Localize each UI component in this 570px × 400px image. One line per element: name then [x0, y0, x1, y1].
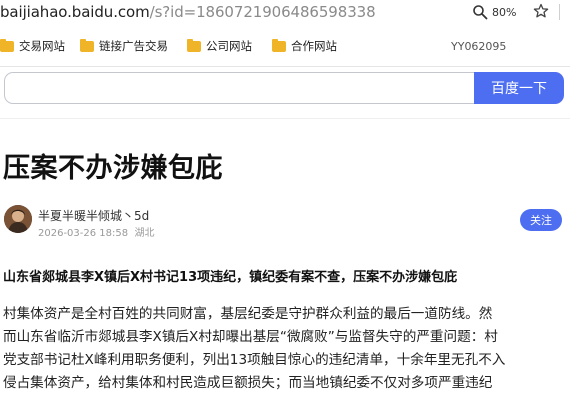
- folder-icon: [80, 38, 94, 52]
- search-bar: 百度一下: [0, 67, 570, 119]
- avatar[interactable]: [4, 205, 32, 233]
- bookmark-item[interactable]: 链接广告交易: [80, 38, 168, 54]
- body-line: 党支部书记杜X峰利用职务便利，列出13项触目惊心的违纪清单，十余年里无孔不入: [3, 352, 506, 368]
- author-name[interactable]: 半夏半暖半倾城丶5d: [38, 207, 149, 224]
- toolbar-divider: [559, 4, 560, 20]
- body-line: 村集体资产是全村百姓的共同财富，基层纪委是守护群众利益的最后一道防线。然: [3, 306, 493, 322]
- publish-time: 2026-03-26 18:58: [38, 228, 129, 239]
- address-bar[interactable]: baijiahao.baidu.com/s?id=186072190648659…: [0, 0, 570, 27]
- bookmark-label: 公司网站: [206, 39, 252, 53]
- publish-region: 湖北: [134, 228, 155, 239]
- article-body: 村集体资产是全村百姓的共同财富，基层纪委是守护群众利益的最后一道防线。然 而山东…: [3, 303, 570, 395]
- follow-button[interactable]: 关注: [520, 209, 562, 231]
- folder-icon: [0, 38, 14, 52]
- body-line: 侵占集体资产，给村集体和村民造成巨额损失；而当地镇纪委不仅对多项严重违纪: [3, 375, 493, 391]
- bookmark-item[interactable]: 公司网站: [187, 38, 252, 54]
- bookmark-item[interactable]: 交易网站: [0, 38, 65, 54]
- url-host: baijiahao.baidu.com: [0, 3, 150, 21]
- bookmark-label: 链接广告交易: [99, 39, 168, 53]
- publish-meta: 2026-03-26 18:58 湖北: [38, 224, 154, 239]
- body-line: 而山东省临沂市郯城县李X镇后X村却曝出基层“微腐败”与监督失守的严重问题：村: [3, 329, 498, 345]
- folder-icon: [187, 38, 201, 52]
- bookmark-user-label: YY062095: [451, 40, 507, 53]
- bookmarks-bar: 交易网站 链接广告交易 公司网站 合作网站 YY062095: [0, 27, 570, 67]
- bookmark-item[interactable]: 合作网站: [272, 38, 337, 54]
- search-button[interactable]: 百度一下: [474, 72, 564, 104]
- article-lead: 山东省郯城县李X镇后X村书记13项违纪，镇纪委有案不查，压案不办涉嫌包庇: [3, 270, 458, 285]
- search-input[interactable]: [4, 72, 476, 104]
- url-path: /s?id=1860721906486598338: [149, 3, 376, 21]
- bookmark-label: 合作网站: [291, 39, 337, 53]
- avatar-image: [4, 205, 32, 233]
- article-title: 压案不办涉嫌包庇: [3, 153, 223, 184]
- zoom-icon[interactable]: [472, 4, 488, 20]
- bookmark-label: 交易网站: [19, 39, 65, 53]
- star-icon[interactable]: [533, 3, 549, 19]
- url-text[interactable]: baijiahao.baidu.com/s?id=186072190648659…: [0, 3, 376, 21]
- folder-icon: [272, 38, 286, 52]
- zoom-level[interactable]: 80%: [492, 6, 516, 19]
